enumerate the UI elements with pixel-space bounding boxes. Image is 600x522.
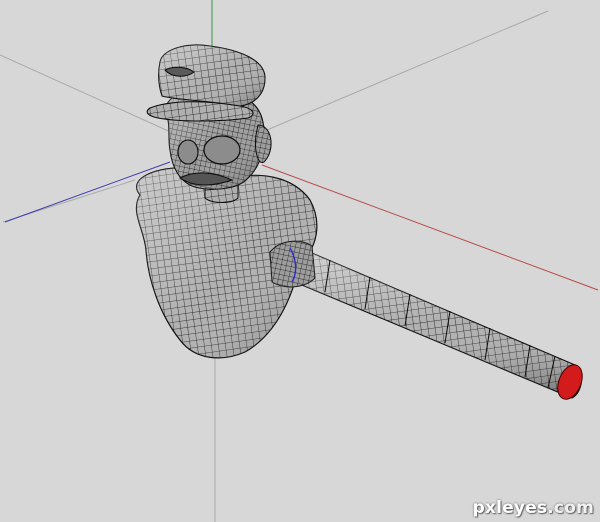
eye-mesh — [177, 139, 199, 165]
viewport-canvas[interactable] — [0, 0, 600, 522]
watermark-tld: .com — [547, 498, 594, 518]
wireframe-model[interactable] — [135, 44, 587, 403]
stem-shading — [290, 248, 582, 398]
ear-mesh — [255, 124, 272, 164]
eye-mesh — [203, 135, 241, 165]
watermark-site: pxleyes — [472, 498, 548, 518]
watermark: pxleyes.com — [473, 498, 594, 518]
3d-viewport[interactable]: pxleyes.com — [0, 0, 600, 522]
